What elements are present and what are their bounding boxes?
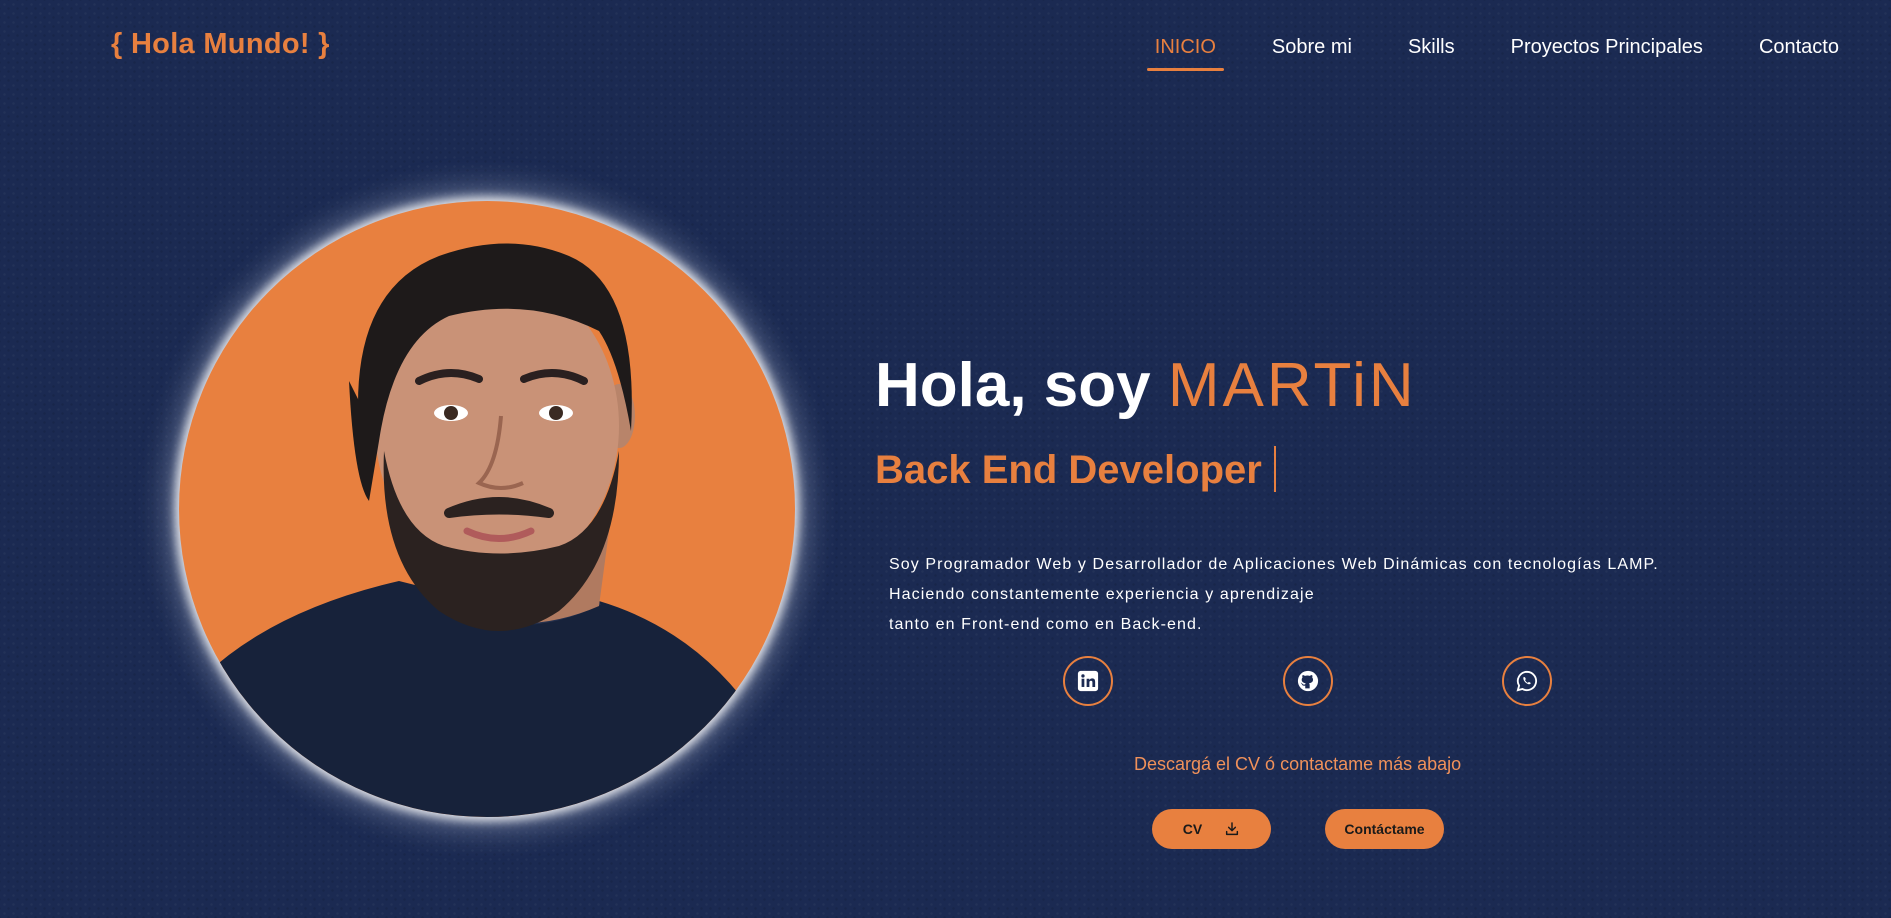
hero-greeting: Hola, soy [875,351,1151,420]
bio-line: tanto en Front-end como en Back-end. [889,616,1203,633]
whatsapp-button[interactable] [1502,656,1552,706]
nav-item-inicio[interactable]: INICIO [1146,36,1225,71]
linkedin-button[interactable] [1063,656,1113,706]
profile-photo [179,201,795,817]
github-button[interactable] [1283,656,1333,706]
contact-button[interactable]: Contáctame [1325,809,1444,849]
github-icon [1297,670,1319,692]
hero-title: Hola, soy MARTiN [875,350,1417,421]
typing-caret [1273,446,1276,493]
whatsapp-icon [1516,670,1538,692]
download-cv-button[interactable]: CV [1152,809,1271,849]
main-nav: INICIO Sobre mi Skills Proyectos Princip… [1146,36,1839,71]
hero-role: Back End Developer [875,446,1276,495]
nav-item-sobre-mi[interactable]: Sobre mi [1272,36,1352,59]
linkedin-icon [1077,670,1099,692]
hero-name: MARTiN [1167,351,1417,420]
logo[interactable]: { Hola Mundo! } [111,28,330,61]
nav-item-contacto[interactable]: Contacto [1759,36,1839,59]
nav-item-proyectos[interactable]: Proyectos Principales [1511,36,1703,59]
cv-label: CV [1182,821,1203,837]
site-header: { Hola Mundo! } INICIO Sobre mi Skills P… [0,0,1891,90]
cta-text: Descargá el CV ó contactame más abajo [1134,754,1462,774]
bio-line: Haciendo constantemente experiencia y ap… [889,586,1315,603]
download-icon [1226,822,1239,836]
profile-portrait [179,243,795,817]
nav-item-skills[interactable]: Skills [1408,36,1455,59]
bio-line: Soy Programador Web y Desarrollador de A… [889,556,1659,573]
role-text: Back End Developer [875,448,1262,492]
hero-bio: Soy Programador Web y Desarrollador de A… [889,550,1659,640]
